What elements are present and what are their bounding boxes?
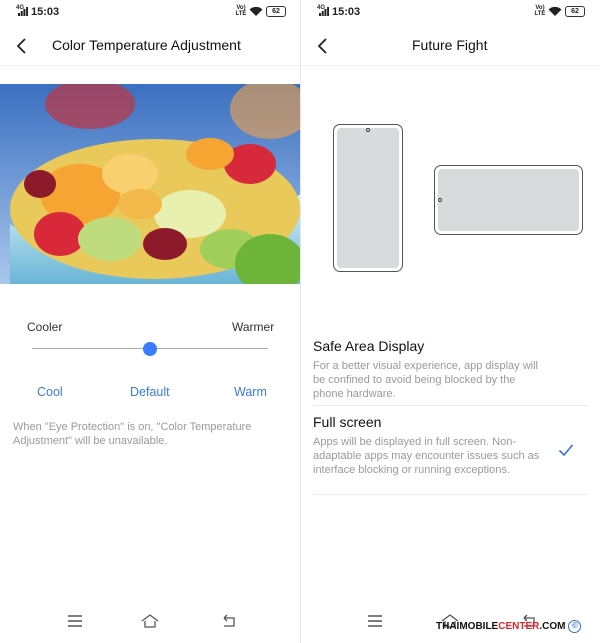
menu-icon[interactable] [66,612,84,630]
navigation-bar [0,612,300,638]
temperature-slider-thumb[interactable] [143,342,157,356]
page-title: Color Temperature Adjustment [52,37,241,53]
status-bar: 4G 15:03 Vo) LTE 62 [0,0,300,24]
watermark-main: THAIMOBILE [436,621,499,633]
option-description: For a better visual experience, app disp… [313,360,539,400]
preview-image [0,84,300,284]
option-safe-area-display[interactable]: Safe Area Display For a better visual ex… [313,338,589,401]
watermark: THAIMOBILECENTER.COM © [436,620,582,633]
status-time: 15:03 [332,6,361,18]
option-divider [313,405,589,406]
battery-icon: 62 [565,6,585,17]
preset-cool-button[interactable]: Cool [37,385,63,399]
option-full-screen[interactable]: Full screen Apps will be displayed in fu… [313,414,589,477]
portrait-phone-screen [337,128,399,268]
landscape-phone-illustration [434,165,583,235]
return-icon[interactable] [220,612,238,630]
back-arrow-icon[interactable] [313,36,333,56]
page-header-right: Future Fight [301,26,600,66]
preset-default-button[interactable]: Default [130,385,170,399]
page-header: Color Temperature Adjustment [0,26,300,66]
landscape-phone-screen [438,169,579,231]
copyright-icon: © [568,620,582,633]
color-temperature-screen: 4G 15:03 Vo) LTE 62 Color Temperature Ad… [0,0,300,643]
battery-icon: 62 [266,6,286,17]
signal-icon [319,7,329,16]
option-title: Safe Area Display [313,338,425,354]
signal-icon [18,7,28,16]
status-bar-right: 4G 15:03 Vo) LTE 62 [301,0,600,24]
option-title: Full screen [313,414,382,430]
option-description: Apps will be displayed in full screen. N… [313,436,540,476]
portrait-phone-illustration [333,124,403,272]
portrait-camera-notch [366,128,370,132]
landscape-camera-notch [438,198,442,202]
home-icon[interactable] [141,612,159,630]
screen-divider [300,0,301,643]
wifi-icon [249,6,263,16]
volte-indicator: Vo) LTE [534,5,546,17]
menu-icon[interactable] [366,612,384,630]
cooler-label: Cooler [27,320,63,334]
checkmark-icon [558,444,574,457]
back-arrow-icon[interactable] [12,36,32,56]
page-title: Future Fight [412,37,488,53]
preset-warm-button[interactable]: Warm [234,385,267,399]
status-time: 15:03 [31,6,60,18]
option-divider [313,494,589,495]
eye-protection-note: When "Eye Protection" is on, "Color Temp… [13,421,252,447]
watermark-suffix: .COM [539,621,566,633]
volte-indicator: Vo) LTE [235,5,247,17]
watermark-accent: CENTER [498,621,540,633]
wifi-icon [548,6,562,16]
warmer-label: Warmer [232,320,275,334]
